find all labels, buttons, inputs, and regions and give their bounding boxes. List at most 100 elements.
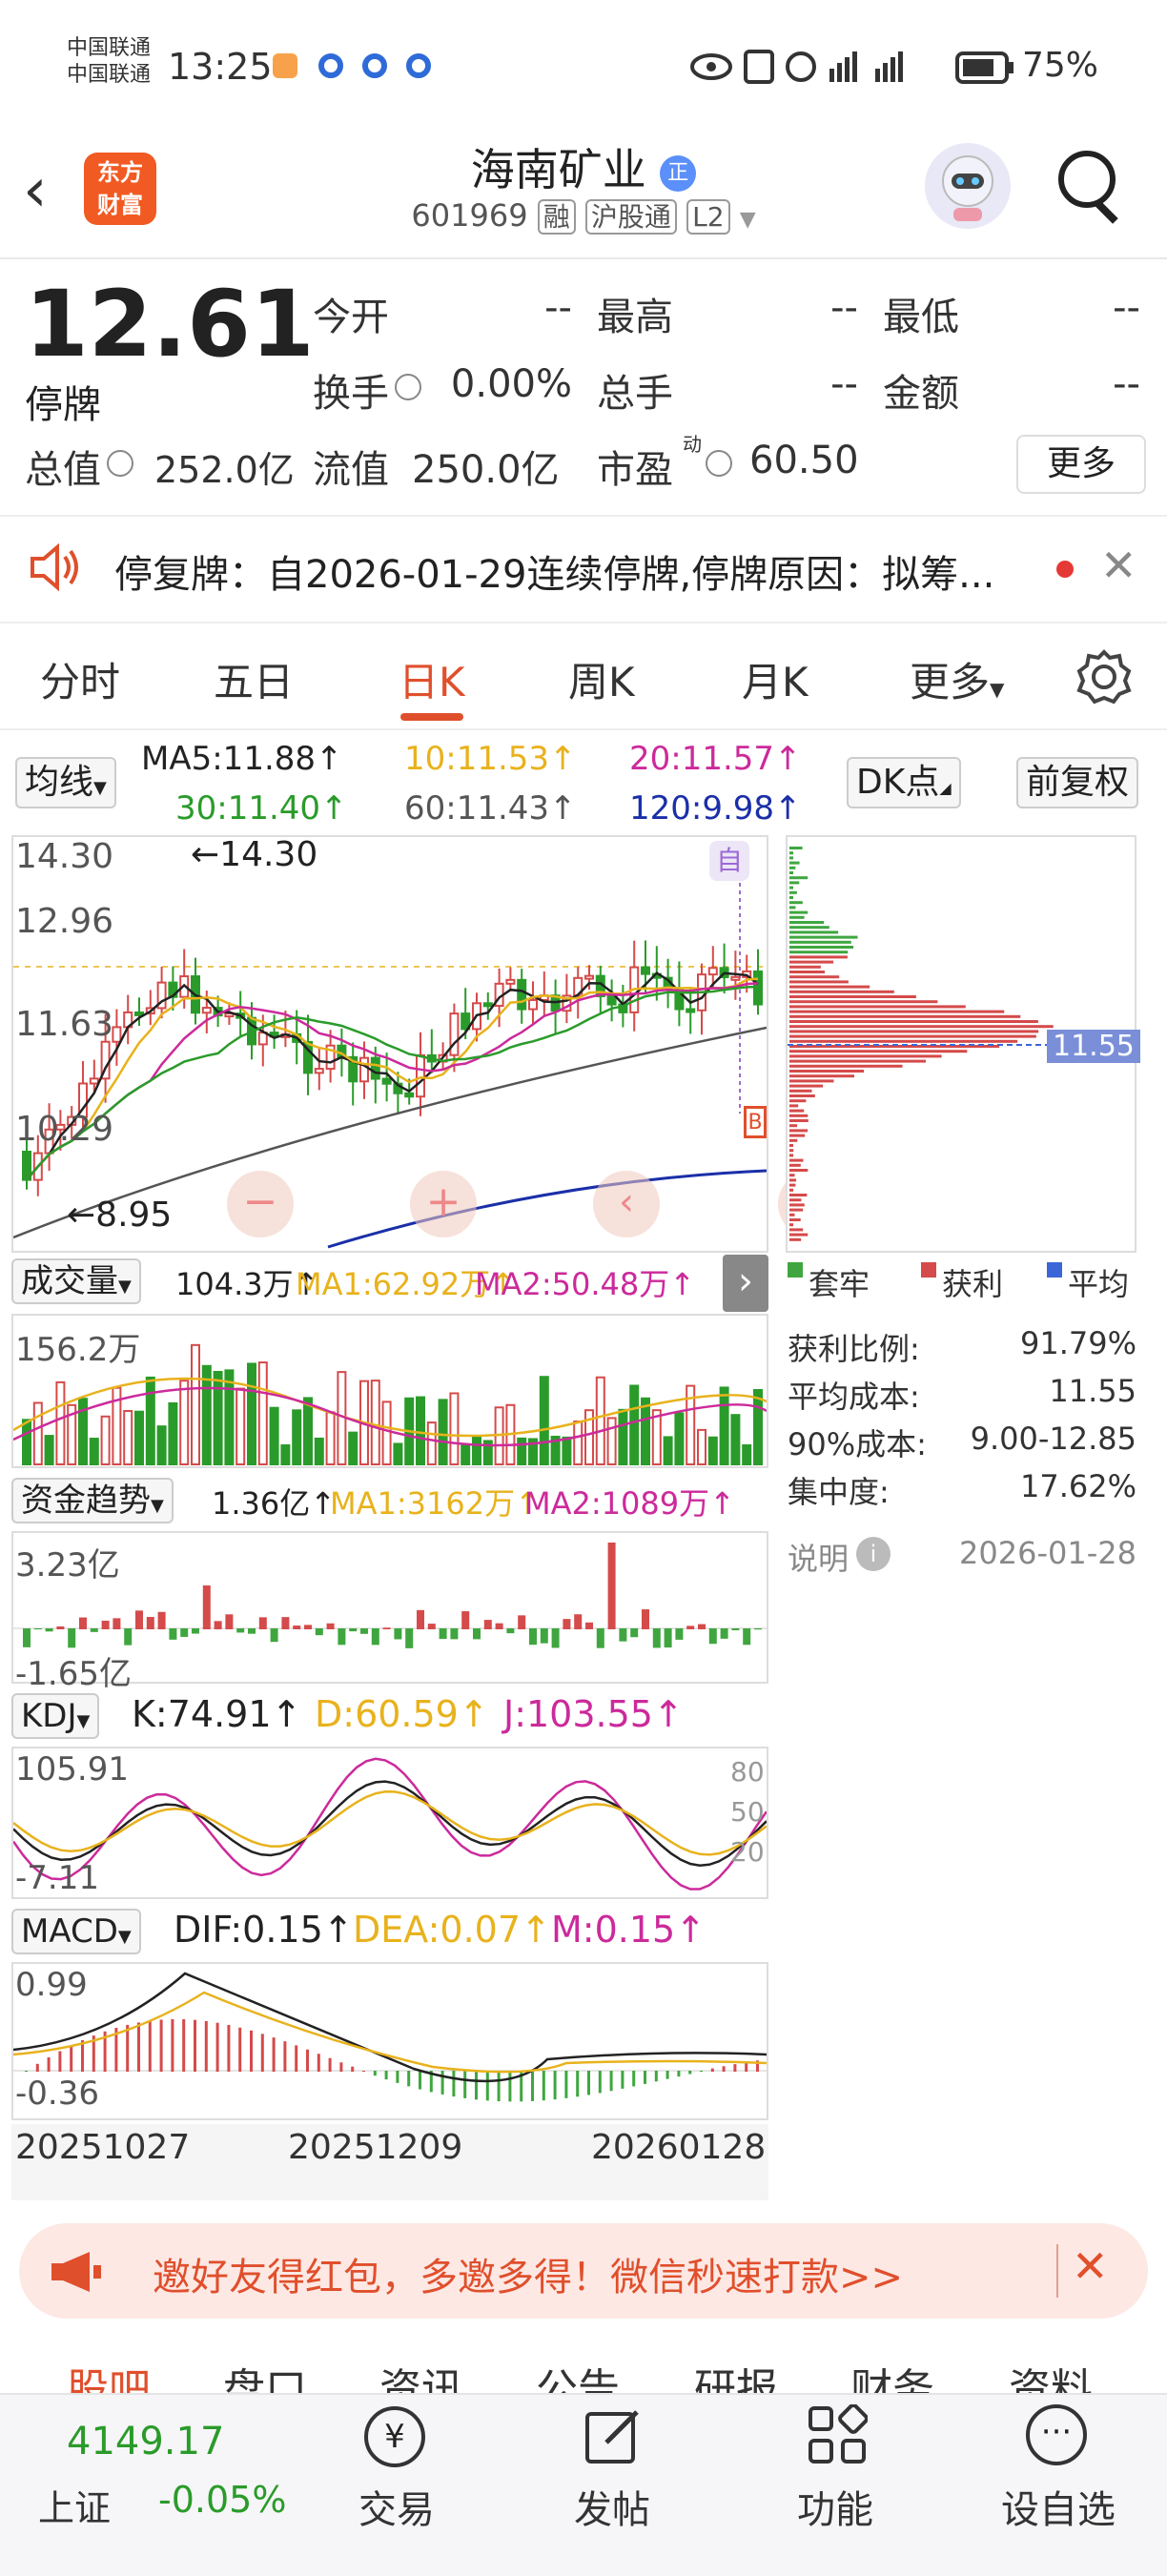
chip-bar [789,995,916,998]
macd-top-tick: 0.99 [15,1966,88,2004]
kline-y-tick: 11.63 [15,1005,114,1044]
fund-bar [596,1628,604,1648]
tab-monthly-k[interactable]: 月K [742,650,809,708]
gear-icon[interactable] [1075,648,1133,705]
index-value[interactable]: 4149.17 [67,2420,224,2464]
kdj-k: K:74.91↑ [132,1693,302,1735]
macd-bar [665,2071,669,2079]
tab-daily-k[interactable]: 日K [399,650,465,708]
close-icon[interactable]: ✕ [1100,540,1137,591]
dk-point-button[interactable]: DK点◢ [847,757,961,808]
yen-icon[interactable]: ¥ [364,2406,425,2467]
trade-button[interactable]: 交易 [358,2479,435,2534]
volume-bar [641,1397,650,1465]
macd-bar [362,2071,365,2072]
tab-intraday[interactable]: 分时 [40,650,120,708]
macd-bar [733,2064,737,2072]
post-button[interactable]: 发帖 [574,2479,650,2534]
chip-bar [789,1039,1018,1043]
low-label: 最低 [883,296,959,339]
apps-icon[interactable] [807,2404,868,2465]
fund-value: 1.36亿↑ [212,1485,337,1522]
search-icon[interactable] [1058,151,1116,208]
scroll-left-icon[interactable]: ‹ [593,1171,660,1237]
connect-tag: 沪股通 [584,199,677,235]
fund-bar [708,1628,717,1645]
chip-bar [789,1050,968,1053]
chip-bar [789,1064,903,1068]
volume-bar [438,1399,448,1465]
more-dots-icon[interactable]: ··· [1026,2404,1087,2465]
info-icon[interactable]: i [856,1537,891,1571]
zoom-out-icon[interactable]: − [227,1171,294,1237]
info-icon[interactable] [107,450,133,477]
concentration-label: 集中度: [788,1474,890,1510]
candle-body [528,998,538,1011]
candle-body [505,978,516,985]
add-watchlist-button[interactable]: 设自选 [1001,2479,1116,2534]
notice-text[interactable]: 停复牌：自2026-01-29连续停牌,停牌原因：拟筹... [114,543,994,599]
volume-bar [325,1411,336,1466]
cost90-label: 90%成本: [788,1426,927,1462]
index-name[interactable]: 上证 [38,2479,111,2531]
banner-text[interactable]: 邀好友得红包，多邀多得！微信秒速打款>> [153,2246,903,2301]
fund-bar [124,1628,133,1646]
chip-bar [789,1020,1038,1023]
kdj-selector[interactable]: KDJ▼ [11,1693,100,1739]
macd-selector[interactable]: MACD▼ [11,1909,141,1954]
volume-selector[interactable]: 成交量▼ [11,1258,141,1304]
chip-bar [789,1223,793,1227]
chip-bar [789,906,796,910]
fund-bar [202,1585,211,1629]
macd-bar [722,2066,726,2072]
mktcap-label: 总值 [25,448,101,492]
chip-bar [789,971,825,973]
fund-selector[interactable]: 资金趋势▼ [11,1478,174,1523]
volume-bar [651,1409,662,1466]
volume-bar [55,1380,66,1465]
edit-icon[interactable] [584,2404,645,2465]
chip-bar [789,1030,1039,1033]
chip-bar [789,921,825,924]
close-icon[interactable]: ✕ [1072,2240,1109,2292]
expand-arrow-icon[interactable]: › [723,1255,768,1312]
adjust-button[interactable]: 前复权 [1016,757,1139,808]
notification-icon [273,53,297,78]
macd-bar [148,2020,152,2072]
fund-selector-label: 资金趋势 [21,1482,151,1520]
chip-bar [789,975,840,979]
macd-bar [339,2062,343,2072]
auto-label[interactable]: 自 [709,841,749,881]
more-button[interactable]: 更多 [1016,435,1146,494]
unread-dot [1056,561,1074,578]
macd-bar [710,2068,714,2072]
tab-weekly-k[interactable]: 周K [568,650,635,708]
tab-more[interactable]: 更多▼ [910,650,1004,708]
chip-bar [789,851,793,855]
amount-value: -- [1113,362,1140,406]
fund-bar [90,1628,98,1632]
tab-five-day[interactable]: 五日 [214,650,294,708]
fund-bar [551,1628,560,1648]
candle-body [370,1056,380,1080]
macd-bar [677,2071,681,2077]
kdj-bottom-tick: -7.11 [15,1859,99,1897]
volume-selector-label: 成交量 [21,1262,118,1300]
info-icon[interactable] [395,374,421,400]
indicator-selector[interactable]: 均线▼ [15,757,116,808]
dropdown-icon: ▼ [93,778,107,798]
zoom-in-icon[interactable]: + [410,1171,477,1237]
volume-bar [730,1414,741,1466]
chip-bar [789,1084,824,1088]
function-button[interactable]: 功能 [797,2479,873,2534]
robot-avatar-icon[interactable] [925,143,1011,229]
volume-bar [292,1409,302,1465]
tab-more-label: 更多 [910,659,991,705]
candle-body [686,1008,696,1013]
dropdown-icon[interactable]: ▼ [740,208,756,232]
macd-bar [440,2071,444,2095]
volume-bar [742,1443,752,1465]
kdj-selector-label: KDJ [21,1697,77,1735]
info-icon[interactable] [706,450,732,477]
note-label[interactable]: 说明 [788,1535,849,1579]
